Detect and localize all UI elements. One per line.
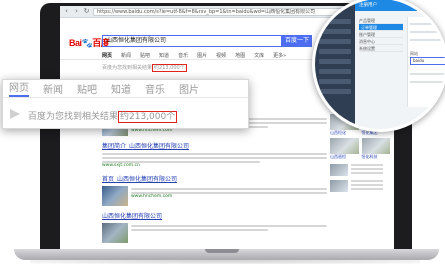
snippet-line	[131, 188, 327, 190]
snippet-line	[102, 153, 327, 155]
sidebar-item[interactable]	[319, 49, 351, 54]
admin-menu: 产品管理 订单管理 账户管理 消息中心 系统设置	[359, 17, 403, 52]
search-input[interactable]: 山西恒化集团有限公司	[102, 35, 282, 47]
result-title-link[interactable]: 集团简介_山西恒化集团有限公司	[102, 143, 327, 151]
sidebar-item[interactable]	[319, 79, 351, 84]
zoom-tab-zhidao[interactable]: 知道	[111, 81, 131, 96]
refresh-icon[interactable]: ↻	[83, 8, 90, 15]
snippet-line	[131, 225, 327, 227]
panel-line	[410, 31, 444, 33]
sidebar-item[interactable]	[319, 29, 351, 34]
result-item: 首页_山西恒化集团有限公司 www.hnchem.com	[102, 176, 327, 206]
result-item: 集团简介_山西恒化集团有限公司 www.sxjt.com.cn	[102, 143, 327, 169]
zoom-tabs: 网页 新闻 贴吧 知道 音乐 图片	[9, 79, 199, 97]
related-thumb[interactable]	[330, 180, 348, 192]
admin-menu-item[interactable]: 订单管理	[359, 24, 403, 31]
logo-text-red: Bai	[69, 38, 82, 48]
related-caption[interactable]: 山西晋恒	[330, 154, 359, 159]
result-item: 山西恒化集团有限公司	[102, 213, 327, 243]
zoom-divider	[3, 97, 248, 98]
sidebar-item[interactable]	[319, 59, 351, 64]
zoom-tab-music[interactable]: 音乐	[145, 81, 165, 96]
sidebar-item[interactable]	[319, 89, 351, 94]
magnifier-lens: 注册用户 产品管理 订单管理 账户管理 消息中心 系统设置 网站 baidu	[312, 0, 445, 132]
back-icon[interactable]: ‹	[63, 8, 70, 15]
admin-menu-item[interactable]: 消息中心	[359, 38, 403, 45]
logo-paw-icon: 🐾	[81, 38, 93, 48]
zoom-tab-news[interactable]: 新闻	[43, 81, 63, 96]
snippet-line	[131, 229, 269, 231]
admin-top-label[interactable]: 注册用户	[359, 2, 377, 8]
zoom-result-count: 百度为您找到相关结果 约213,000个	[28, 109, 178, 123]
sidebar-item[interactable]	[319, 69, 351, 74]
address-bar[interactable]: https://www.baidu.com/s?ie=utf-8&f=8&rsv…	[93, 7, 343, 16]
snippet-line	[102, 157, 327, 159]
admin-menu-item[interactable]: 账户管理	[359, 31, 403, 38]
admin-field-input[interactable]: baidu	[410, 57, 445, 65]
related-thumb[interactable]	[330, 138, 359, 154]
result-count-prefix: 百度为您找到相关结果	[102, 65, 153, 71]
zoom-tab-images[interactable]: 图片	[179, 81, 199, 96]
related-row	[330, 164, 390, 176]
result-title-link[interactable]: 山西恒化集团有限公司	[102, 213, 327, 221]
related-row	[330, 180, 390, 192]
related-thumb[interactable]	[330, 164, 348, 176]
admin-sidebar	[315, 0, 355, 129]
result-count: 百度为您找到相关结果 约213,000个	[102, 64, 187, 72]
search-button[interactable]: 百度一下	[282, 35, 312, 47]
related-caption[interactable]: 山西恒化	[330, 130, 359, 135]
admin-menu-item[interactable]: 产品管理	[359, 17, 403, 24]
arrow-icon	[10, 109, 20, 119]
result-title-link[interactable]: 首页_山西恒化集团有限公司	[102, 176, 327, 184]
sidebar-item[interactable]	[319, 39, 351, 44]
forward-icon[interactable]: ›	[73, 8, 80, 15]
sidebar-item[interactable]	[319, 19, 351, 24]
panel-line	[410, 81, 444, 83]
panel-line	[410, 73, 444, 75]
zoom-count-value: 约213,000个	[118, 111, 178, 123]
laptop-notch	[205, 249, 239, 253]
zoom-tab-web[interactable]: 网页	[9, 79, 29, 97]
zoom-callout: 网页 新闻 贴吧 知道 音乐 图片 百度为您找到相关结果 约213,000个	[2, 79, 249, 129]
panel-line	[410, 39, 444, 41]
related-thumb[interactable]	[361, 138, 390, 154]
related-caption[interactable]: 恒化科技	[362, 154, 391, 159]
panel-line	[410, 23, 444, 25]
zoom-count-prefix: 百度为您找到相关结果	[28, 112, 119, 122]
result-thumbnail[interactable]	[102, 186, 128, 206]
zoom-tab-tieba[interactable]: 贴吧	[77, 81, 97, 96]
result-url[interactable]: www.sxjt.com.cn	[102, 163, 327, 169]
result-count-value: 约213,000个	[152, 64, 187, 72]
result-thumbnail[interactable]	[102, 223, 128, 243]
admin-menu-item[interactable]: 系统设置	[359, 45, 403, 52]
result-url[interactable]: www.hnchem.com	[131, 194, 327, 200]
